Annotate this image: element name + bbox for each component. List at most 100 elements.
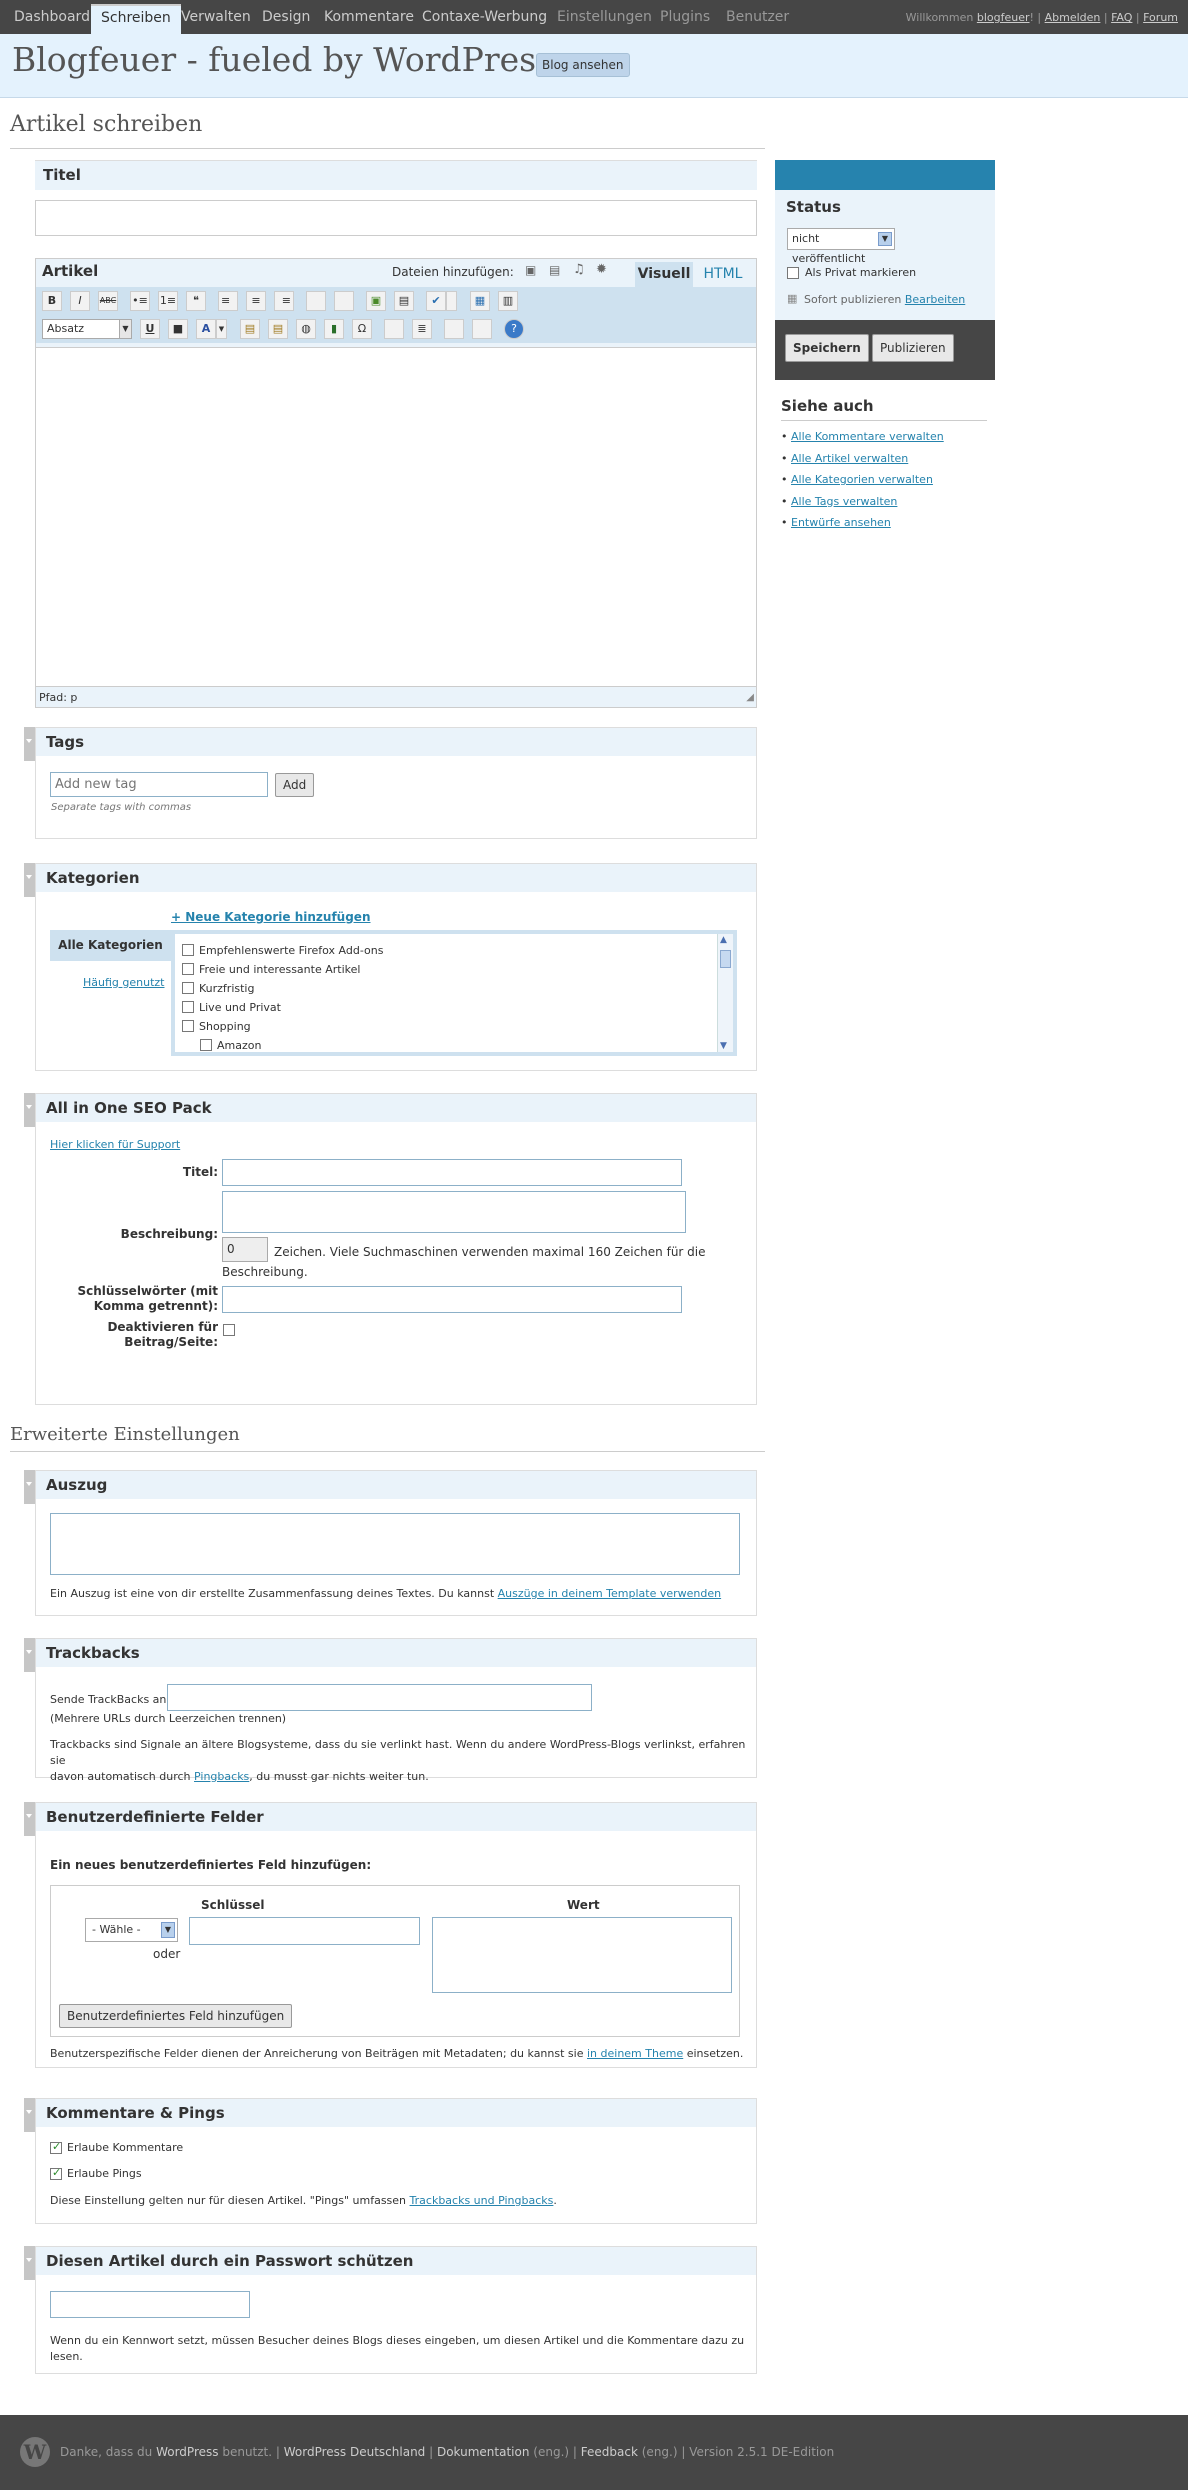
link-all-tags[interactable]: Alle Tags verwalten: [791, 495, 897, 508]
justify-icon[interactable]: ■: [168, 319, 188, 339]
remove-format-icon[interactable]: ◍: [296, 319, 316, 339]
forum-link[interactable]: Forum: [1143, 11, 1178, 24]
custom-fields-toggle-handle[interactable]: [24, 1802, 35, 1836]
align-right-icon[interactable]: ≡: [274, 291, 294, 311]
nav-kommentare[interactable]: Kommentare: [314, 4, 424, 34]
spellcheck-dropdown-icon[interactable]: [446, 291, 457, 311]
text-color-icon[interactable]: A: [196, 319, 216, 339]
seo-disable-checkbox[interactable]: [223, 1324, 235, 1336]
categories-toggle-handle[interactable]: [24, 863, 35, 897]
bullet-list-icon[interactable]: •≡: [130, 291, 150, 311]
category-item[interactable]: Live und Privat: [182, 998, 383, 1017]
nav-verwalten[interactable]: Verwalten: [171, 4, 261, 34]
special-char-icon[interactable]: Ω: [352, 319, 372, 339]
tags-toggle-handle[interactable]: [24, 727, 35, 761]
category-checkbox[interactable]: [182, 944, 194, 956]
password-toggle-handle[interactable]: [24, 2246, 35, 2280]
nav-design[interactable]: Design: [252, 4, 320, 34]
category-item[interactable]: Amazon: [182, 1036, 383, 1052]
tag-input[interactable]: [50, 772, 268, 797]
align-center-icon[interactable]: ≡: [246, 291, 266, 311]
private-checkbox[interactable]: [787, 267, 799, 279]
footer-wpde-link[interactable]: WordPress Deutschland: [284, 2445, 426, 2459]
underline-icon[interactable]: U: [140, 319, 160, 339]
add-custom-field-button[interactable]: Benutzerdefiniertes Feld hinzufügen: [59, 2004, 293, 2028]
comments-toggle-handle[interactable]: [24, 2098, 35, 2132]
nav-plugins[interactable]: Plugins: [650, 4, 720, 34]
add-tag-button[interactable]: Add: [275, 773, 315, 797]
value-textarea[interactable]: [432, 1917, 732, 1993]
scroll-down-icon[interactable]: ▼: [720, 1041, 727, 1051]
text-color-dropdown-icon[interactable]: ▼: [216, 319, 227, 339]
numbered-list-icon[interactable]: 1≡: [158, 291, 178, 311]
password-input[interactable]: [50, 2291, 250, 2318]
nav-schreiben[interactable]: Schreiben: [91, 4, 181, 34]
seo-keywords-input[interactable]: [222, 1286, 682, 1313]
fullscreen-icon[interactable]: ▦: [470, 291, 490, 311]
format-select[interactable]: Absatz ▼: [42, 319, 132, 339]
trackbacks-pingbacks-link[interactable]: Trackbacks und Pingbacks: [410, 2194, 554, 2207]
category-checkbox[interactable]: [200, 1039, 212, 1051]
tab-popular-categories[interactable]: Häufig genutzt: [83, 976, 165, 989]
tab-visual[interactable]: Visuell: [635, 262, 693, 287]
paste-text-icon[interactable]: ▤: [240, 319, 260, 339]
unlink-icon[interactable]: [334, 291, 354, 311]
user-link[interactable]: blogfeuer: [977, 11, 1030, 24]
category-item[interactable]: Freie und interessante Artikel: [182, 960, 383, 979]
bold-icon[interactable]: B: [42, 291, 62, 311]
nav-benutzer[interactable]: Benutzer: [716, 4, 799, 34]
spellcheck-icon[interactable]: ✔: [426, 291, 446, 311]
faq-link[interactable]: FAQ: [1111, 11, 1132, 24]
insert-more-icon[interactable]: ▤: [394, 291, 414, 311]
excerpt-textarea[interactable]: [50, 1513, 740, 1575]
align-left-icon[interactable]: ≡: [218, 291, 238, 311]
seo-title-input[interactable]: [222, 1159, 682, 1186]
allow-comments-checkbox[interactable]: [50, 2140, 62, 2154]
nav-contaxe[interactable]: Contaxe-Werbung: [412, 4, 557, 34]
trackback-input[interactable]: [167, 1684, 592, 1711]
seo-toggle-handle[interactable]: [24, 1093, 35, 1127]
status-select[interactable]: nicht veröffentlicht ▼: [787, 228, 895, 265]
excerpt-toggle-handle[interactable]: [24, 1470, 35, 1504]
paste-word-icon[interactable]: ▤: [268, 319, 288, 339]
footer-feedback-link[interactable]: Feedback: [581, 2445, 638, 2459]
category-item[interactable]: Empfehlenswerte Firefox Add-ons: [182, 941, 383, 960]
redo-icon[interactable]: [472, 319, 492, 339]
outdent-icon[interactable]: [384, 319, 404, 339]
edit-timestamp-link[interactable]: Bearbeiten: [905, 293, 965, 306]
publish-button[interactable]: Publizieren: [872, 334, 954, 362]
add-image-icon[interactable]: ▣: [525, 263, 536, 277]
italic-icon[interactable]: I: [70, 291, 90, 311]
theme-link[interactable]: in deinem Theme: [587, 2047, 683, 2060]
excerpt-template-link[interactable]: Auszüge in deinem Template verwenden: [498, 1587, 721, 1600]
blockquote-icon[interactable]: ❝: [186, 291, 206, 311]
view-blog-button[interactable]: Blog ansehen: [536, 53, 630, 77]
scroll-up-icon[interactable]: ▲: [720, 935, 727, 945]
title-input[interactable]: [35, 200, 757, 236]
footer-docs-link[interactable]: Dokumentation: [437, 2445, 530, 2459]
link-all-posts[interactable]: Alle Artikel verwalten: [791, 452, 908, 465]
add-category-link[interactable]: + Neue Kategorie hinzufügen: [171, 910, 371, 924]
media-icon[interactable]: ▮: [324, 319, 344, 339]
link-drafts[interactable]: Entwürfe ansehen: [791, 516, 891, 529]
nav-dashboard[interactable]: Dashboard: [4, 4, 100, 34]
kitchen-sink-icon[interactable]: ▥: [498, 291, 518, 311]
seo-support-link[interactable]: Hier klicken für Support: [50, 1138, 180, 1151]
undo-icon[interactable]: [444, 319, 464, 339]
editor-content-area[interactable]: [36, 347, 756, 687]
scroll-thumb[interactable]: [720, 950, 731, 968]
category-item[interactable]: Kurzfristig: [182, 979, 383, 998]
key-select[interactable]: - Wähle - ▼: [85, 1918, 178, 1942]
category-scrollbar[interactable]: ▲ ▼: [717, 934, 733, 1052]
resize-handle-icon[interactable]: ◢: [746, 692, 754, 703]
add-video-icon[interactable]: ▤: [549, 263, 560, 277]
strikethrough-icon[interactable]: ABC: [98, 291, 118, 311]
seo-description-input[interactable]: [222, 1191, 686, 1233]
key-input[interactable]: [189, 1917, 420, 1945]
indent-icon[interactable]: ≣: [412, 319, 432, 339]
help-icon[interactable]: ?: [504, 319, 524, 339]
category-checkbox[interactable]: [182, 1001, 194, 1013]
tab-all-categories[interactable]: Alle Kategorien: [50, 930, 171, 961]
category-checkbox[interactable]: [182, 1020, 194, 1032]
insert-image-icon[interactable]: ▣: [366, 291, 386, 311]
